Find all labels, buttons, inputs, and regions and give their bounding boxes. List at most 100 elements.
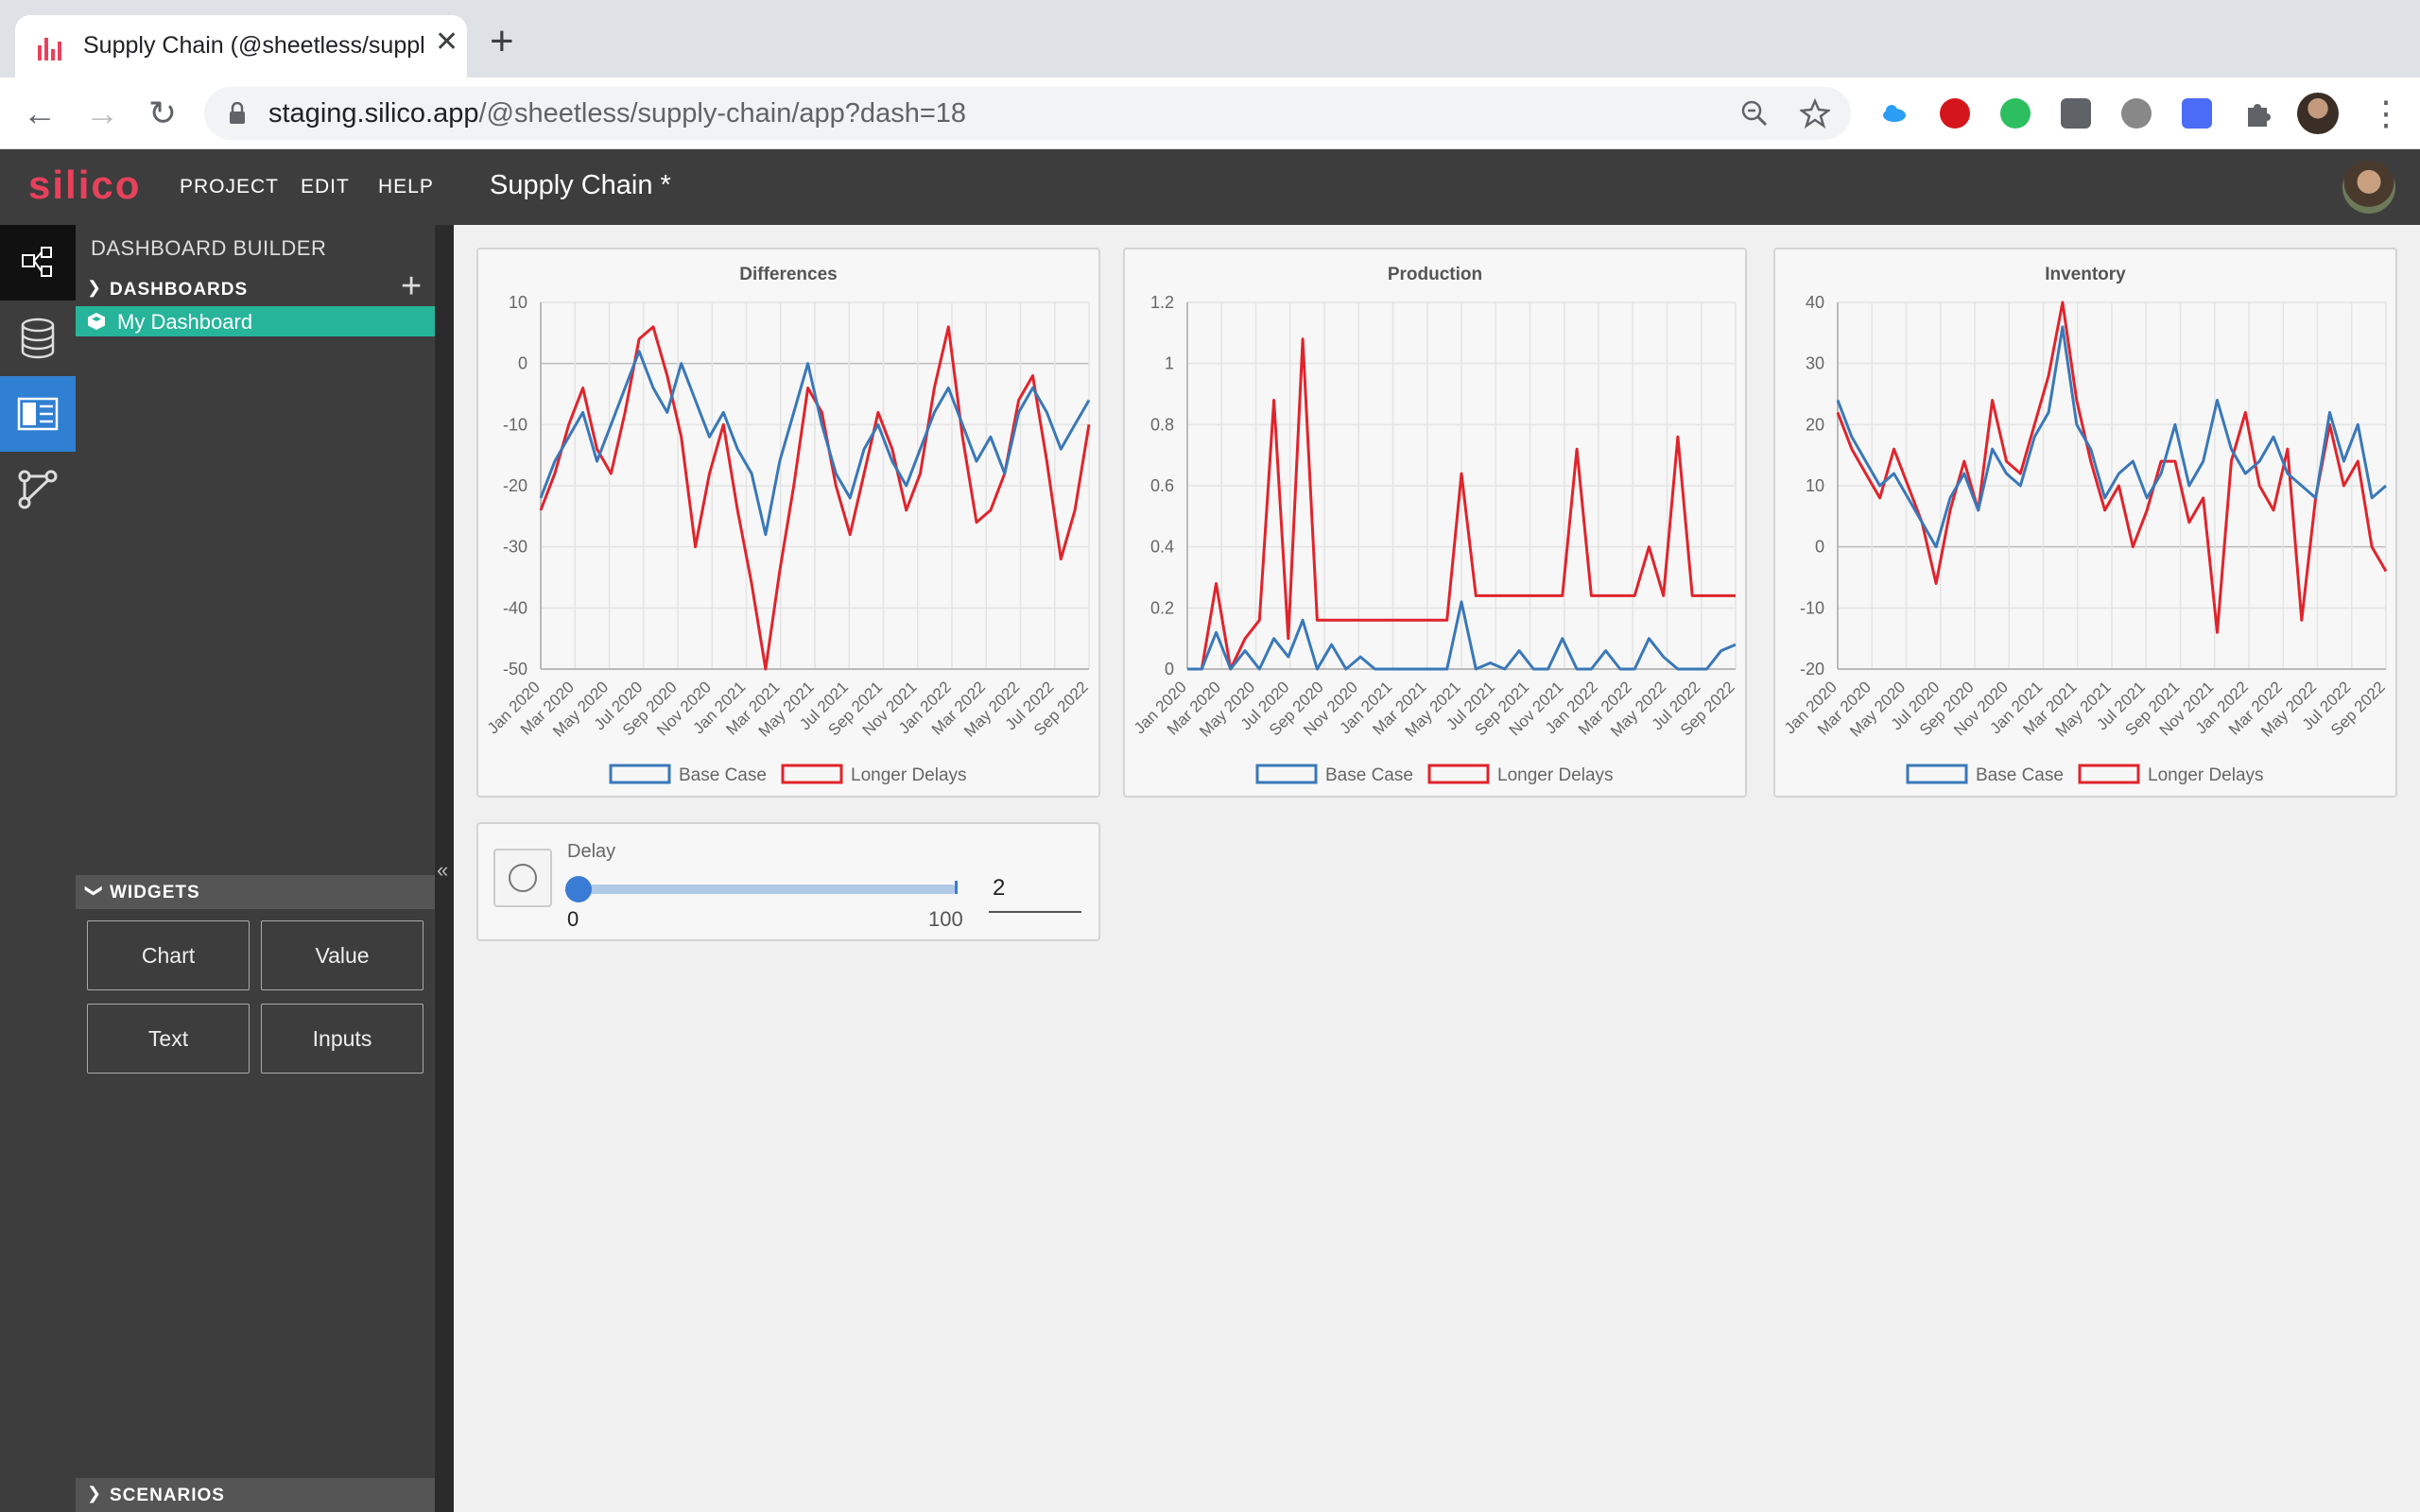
tab-close-icon[interactable]: ✕ [435,28,458,57]
chart-card-differences[interactable]: Differences 10 0 -10 -20 -30 -40 -50 Jan 2020 Mar… [476,248,1100,798]
app-header: silico PROJECT EDIT HELP Supply Chain * [0,149,2420,225]
menu-help[interactable]: HELP [378,176,434,198]
database-icon [21,318,55,359]
y-tick-label: 1.2 [1150,293,1174,312]
collapse-panel-icon[interactable]: « [437,858,448,883]
legend-swatch [1906,764,1968,784]
widget-text-button[interactable]: Text [87,1004,250,1074]
y-tick-label: -30 [503,538,527,557]
y-tick-label: 20 [1806,415,1824,434]
cloud-extension-icon[interactable] [1879,98,1910,129]
menu-edit[interactable]: EDIT [301,176,350,198]
circle-extension-icon[interactable] [2121,98,2152,129]
rail-model-button[interactable] [0,225,76,301]
chart-title: Production [1388,265,1482,284]
silico-favicon-icon [38,38,61,60]
new-tab-icon[interactable]: + [490,21,514,62]
browser-profile-avatar[interactable] [2297,93,2339,134]
y-tick-label: -10 [503,415,527,434]
forward-icon[interactable]: → [79,91,125,136]
chart-title: Inventory [2045,265,2126,284]
browser-menu-icon[interactable]: ⋮ [2369,91,2403,136]
widget-value-button[interactable]: Value [261,920,424,990]
translate-extension-icon[interactable] [2182,98,2212,129]
legend-label: Base Case [679,765,767,785]
legend-swatch [1255,764,1318,784]
slider-scenario-toggle[interactable] [493,849,552,907]
rail-scenarios-button[interactable] [0,452,76,527]
legend-label: Longer Delays [1497,765,1614,785]
y-tick-label: 0 [1165,660,1174,679]
radio-circle-icon [509,864,537,892]
legend-label: Base Case [1976,765,2064,785]
legend-label: Base Case [1325,765,1413,785]
y-tick-label: -40 [503,598,527,617]
left-rail [0,225,76,1512]
y-tick-label: 30 [1806,354,1824,373]
panel-title: DASHBOARD BUILDER [91,236,327,260]
adblock-extension-icon[interactable] [1940,98,1970,129]
widgets-section-header[interactable]: ❯ WIDGETS [76,875,435,909]
dashboard-cube-icon [88,313,105,330]
y-tick-label: 0.8 [1150,415,1174,434]
y-tick-label: 0 [1815,538,1824,557]
chevron-down-icon: ❯ [87,278,102,297]
chart-card-inventory[interactable]: Inventory 40 30 20 10 0 -10 -20 Jan 2020 Mar 2020… [1773,248,2397,798]
y-tick-label: 1 [1165,354,1174,373]
zoom-icon[interactable] [1739,98,1770,129]
legend-label: Longer Delays [851,765,967,785]
y-tick-label: -50 [503,660,527,679]
rail-data-button[interactable] [0,301,76,376]
add-dashboard-icon[interactable]: + [401,268,422,304]
bookmark-star-icon[interactable] [1800,98,1830,129]
browser-tab[interactable]: Supply Chain (@sheetless/supply-chain ✕ [15,15,467,79]
production-chart: Production1.210.80.60.40.20Jan 2020Mar 2… [1131,265,1738,785]
scenarios-section-header[interactable]: ❯ SCENARIOS [76,1478,435,1512]
y-tick-label: 0 [518,354,527,373]
browser-toolbar: ← → ↻ staging.silico.app/@sheetless/supp… [0,77,2420,149]
dashboard-canvas: Differences 10 0 -10 -20 -30 -40 -50 Jan 2020 Mar… [454,225,2420,1512]
y-tick-label: 10 [509,293,527,312]
user-avatar[interactable] [2342,161,2395,214]
widget-chart-button[interactable]: Chart [87,920,250,990]
menu-project[interactable]: PROJECT [180,176,279,198]
scenarios-label: SCENARIOS [110,1486,225,1505]
y-tick-label: -10 [1800,598,1824,617]
slider-value-input[interactable]: 2 [993,875,1005,902]
widget-inputs-button[interactable]: Inputs [261,1004,424,1074]
chart-title: Differences [739,265,838,284]
slider-thumb[interactable] [565,876,592,902]
slider-track[interactable] [577,885,957,894]
slider-label: Delay [567,841,616,862]
legend-swatch [609,764,671,784]
y-tick-label: -20 [503,476,527,495]
model-graph-icon [22,247,52,277]
y-tick-label: 40 [1806,293,1824,312]
slider-value-underline [989,911,1081,913]
reload-icon[interactable]: ↻ [140,91,185,136]
slider-track-end [955,881,958,894]
legend-swatch [781,764,843,784]
delay-slider-widget: Delay 0 100 2 [476,822,1100,941]
y-tick-label: 0.2 [1150,598,1174,617]
differences-chart: Differences100-10-20-30-40-50Jan 2020Mar… [484,265,1092,785]
y-tick-label: -20 [1800,660,1824,679]
chart-card-production[interactable]: Production 1.2 1 0.8 0.6 0.4 0.2 0 Jan 2020 Mar 2… [1123,248,1747,798]
y-tick-label: 0.4 [1150,538,1174,557]
address-bar[interactable]: staging.silico.app/@sheetless/supply-cha… [204,87,1851,140]
dashboards-label: DASHBOARDS [110,280,249,300]
y-tick-label: 10 [1806,476,1824,495]
document-title[interactable]: Supply Chain * [490,170,671,201]
hubspot-extension-icon[interactable] [2061,98,2091,129]
y-tick-label: 0.6 [1150,476,1174,495]
dashboard-item-my-dashboard[interactable]: My Dashboard [76,306,435,336]
rail-dashboard-button[interactable] [0,376,76,452]
dashboards-section-header[interactable]: ❯ DASHBOARDS + [76,268,435,306]
lock-icon [230,102,245,124]
silico-logo[interactable]: silico [28,163,141,208]
extensions-puzzle-icon[interactable] [2242,98,2273,129]
back-icon[interactable]: ← [17,91,62,136]
chevron-down-icon: ❯ [85,883,105,899]
evernote-extension-icon[interactable] [2000,98,2031,129]
inventory-chart: Inventory403020100-10-20Jan 2020Mar 2020… [1781,265,2389,785]
